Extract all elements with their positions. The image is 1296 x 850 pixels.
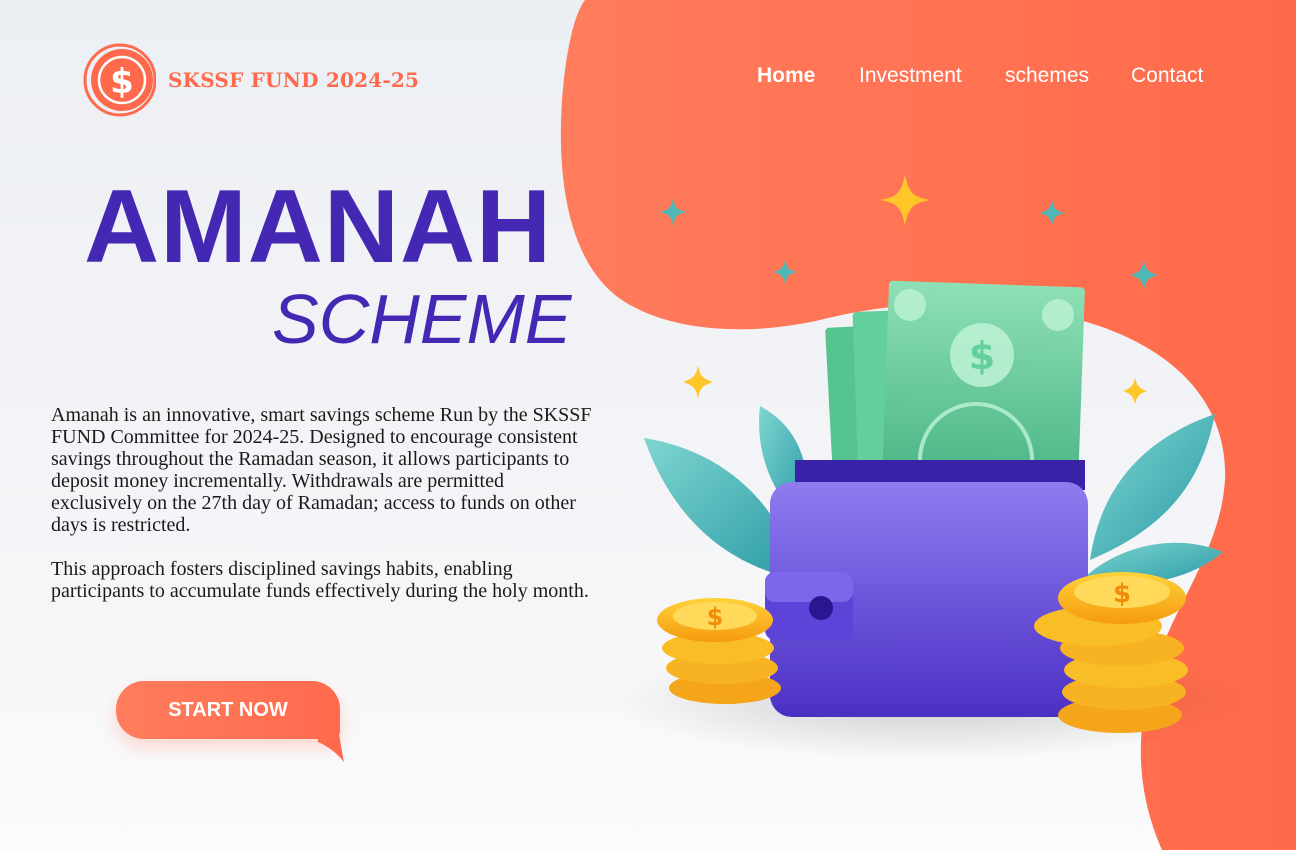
nav-contact[interactable]: Contact — [1131, 64, 1203, 88]
svg-text:$: $ — [110, 62, 134, 102]
svg-text:$: $ — [969, 334, 995, 378]
nav-home[interactable]: Home — [757, 64, 815, 88]
hero-subtitle: SCHEME — [272, 280, 572, 358]
svg-text:$: $ — [1113, 579, 1131, 609]
nav-schemes[interactable]: schemes — [1005, 64, 1089, 88]
hero-title: AMANAH — [84, 169, 553, 285]
description-paragraph: Amanah is an innovative, smart savings s… — [51, 404, 592, 536]
hero-description: Amanah is an innovative, smart savings s… — [51, 404, 599, 624]
wallet-illustration: $ $ $ — [610, 175, 1250, 760]
svg-text:$: $ — [707, 603, 724, 631]
description-paragraph: This approach fosters disciplined saving… — [51, 558, 589, 602]
wallet-icon — [765, 460, 1088, 717]
main-nav: Home Investment schemes Contact — [740, 64, 1220, 94]
nav-investment[interactable]: Investment — [859, 64, 962, 88]
coin-stack-icon: $ — [657, 598, 781, 704]
brand-logo[interactable]: $ SKSSF FUND 2024-25 — [80, 40, 419, 120]
dollar-coin-icon: $ — [83, 43, 156, 117]
brand-name: SKSSF FUND 2024-25 — [168, 68, 420, 92]
start-now-button[interactable]: START NOW — [116, 681, 340, 739]
